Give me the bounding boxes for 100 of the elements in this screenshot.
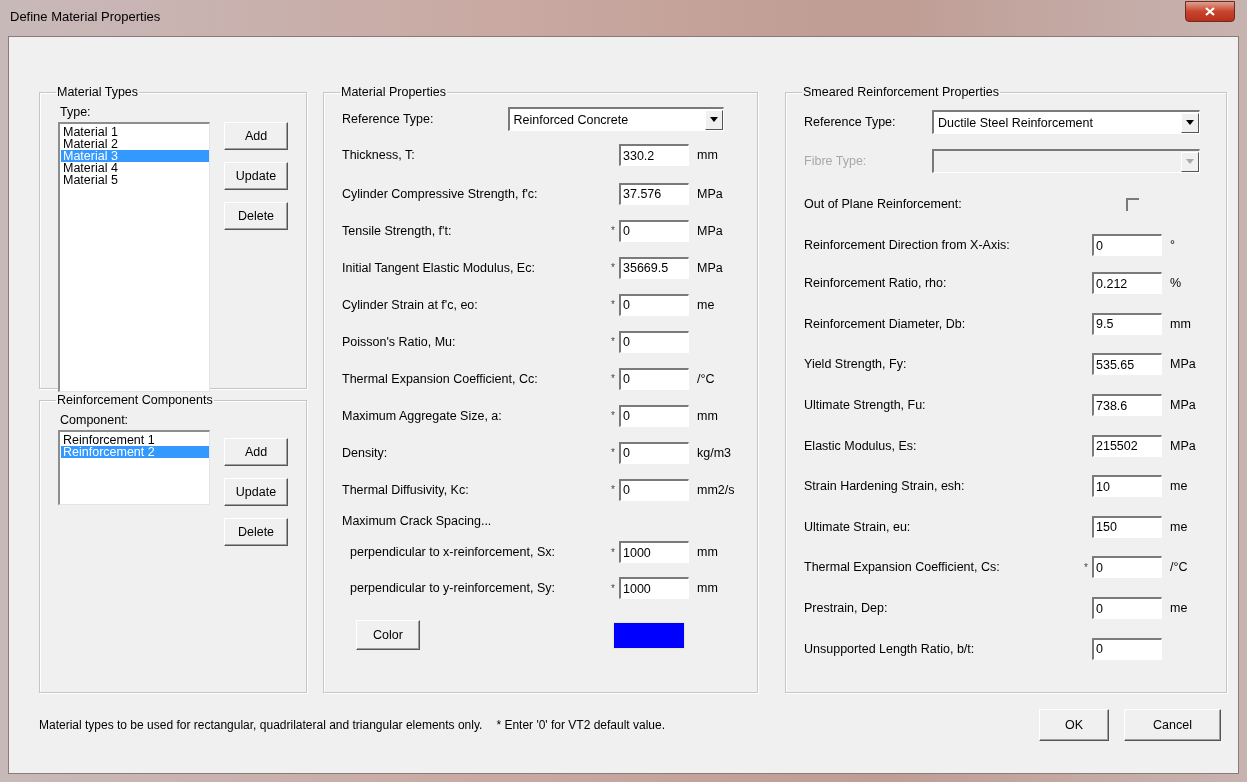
group-title: Smeared Reinforcement Properties (803, 85, 999, 99)
dropdown[interactable]: Ductile Steel Reinforcement (932, 110, 1200, 134)
footer-note: * Enter '0' for VT2 default value. (496, 718, 666, 732)
dropdown-arrow-icon (1186, 159, 1194, 164)
action-button[interactable]: Update (224, 162, 288, 190)
input-field[interactable]: 0 (619, 441, 689, 464)
input-field[interactable]: 0 (619, 404, 689, 427)
action-button[interactable]: Add (224, 122, 288, 150)
field-label: Strain Hardening Strain, esh: (804, 479, 966, 494)
list-label: Type: (60, 105, 92, 119)
checkbox[interactable] (1126, 197, 1139, 211)
field-label: Yield Strength, Fy: (804, 357, 908, 372)
unit-label: % (1169, 276, 1183, 291)
field-label: perpendicular to x-reinforcement, Sx: (349, 545, 556, 559)
input-field[interactable]: 9.5 (1092, 312, 1162, 335)
dropdown[interactable]: Reinforced Concrete (507, 107, 724, 131)
list-box[interactable]: Material 1 Material 2 Material 3 Material 4 Material 5 (58, 122, 210, 392)
input-field[interactable]: 0.212 (1092, 272, 1162, 295)
input-field[interactable]: 0 (1092, 556, 1162, 579)
unit-label: MPa (696, 223, 724, 238)
input-field[interactable]: 0 (1092, 234, 1162, 256)
list-label: Component: (60, 413, 130, 427)
default-note-mark: * (610, 373, 616, 384)
group-title: Material Types (57, 85, 139, 99)
input-field[interactable]: 330.2 (619, 144, 689, 166)
field-label: Cylinder Compressive Strength, f'c: (342, 186, 539, 201)
input-field[interactable]: 0 (1092, 637, 1162, 660)
window-title: Define Material Properties (9, 8, 161, 26)
list-box[interactable]: Reinforcement 1 Reinforcement 2 (58, 430, 210, 505)
unit-label: ° (1169, 238, 1176, 252)
unit-label: /°C (1169, 560, 1189, 575)
field-label: Reference Type: (804, 115, 897, 129)
dropdown-arrow-icon (709, 117, 718, 122)
field-label: Initial Tangent Elastic Modulus, Ec: (342, 260, 536, 275)
field-label: Tensile Strength, f't: (342, 223, 453, 238)
default-note-mark: * (1083, 561, 1089, 573)
default-note-mark: * (610, 484, 616, 495)
input-field[interactable]: 1000 (619, 577, 689, 599)
field-label: Unsupported Length Ratio, b/t: (804, 641, 976, 656)
unit-label: MPa (1169, 438, 1197, 453)
field-label: Ultimate Strength, Fu: (804, 398, 927, 413)
field-label: Maximum Aggregate Size, a: (342, 408, 503, 423)
list-item[interactable]: Material 5 (61, 174, 209, 186)
default-note-mark: * (610, 336, 616, 347)
input-field[interactable]: 1000 (619, 541, 689, 563)
input-field[interactable]: 0 (619, 219, 689, 242)
field-label: Ultimate Strain, eu: (804, 519, 912, 534)
input-field[interactable]: 535.65 (1092, 353, 1162, 376)
group-title: Material Properties (341, 85, 446, 99)
footer-note: Material types to be used for rectangular, quadrilateral and triangular elements only. (39, 718, 483, 732)
input-field[interactable]: 150 (1092, 515, 1162, 538)
field-label: Thickness, T: (342, 148, 416, 162)
field-label: Reinforcement Diameter, Db: (804, 316, 967, 331)
action-button[interactable]: Delete (224, 518, 288, 546)
list-item[interactable]: Material 1 (61, 126, 209, 138)
dropdown-value: Ductile Steel Reinforcement (938, 115, 1093, 130)
unit-label: mm2/s (696, 482, 736, 497)
dialog-button[interactable]: Cancel (1124, 709, 1221, 741)
input-field[interactable]: 0 (619, 293, 689, 316)
input-field[interactable]: 0 (619, 478, 689, 501)
close-button[interactable] (1185, 0, 1235, 22)
unit-label: MPa (696, 260, 724, 275)
input-field[interactable]: 215502 (1092, 434, 1162, 457)
field-label: Thermal Diffusivity, Kc: (342, 482, 470, 497)
unit-label: /°C (696, 371, 716, 386)
unit-label: mm (696, 408, 719, 423)
list-item[interactable]: Reinforcement 1 (61, 434, 209, 446)
close-icon (1205, 6, 1215, 16)
list-item[interactable]: Material 2 (61, 138, 209, 150)
input-field[interactable]: 738.6 (1092, 394, 1162, 417)
default-note-mark: * (610, 262, 616, 273)
field-label: perpendicular to y-reinforcement, Sy: (349, 581, 556, 595)
action-button[interactable]: Delete (224, 202, 288, 230)
input-field[interactable]: 37.576 (619, 182, 689, 205)
unit-label: MPa (1169, 398, 1197, 413)
field-label: Fibre Type: (804, 154, 868, 168)
field-label: Reference Type: (342, 112, 434, 126)
dropdown-arrow-icon (1186, 120, 1194, 125)
unit-label: kg/m3 (696, 445, 733, 460)
field-label: Out of Plane Reinforcement: (804, 197, 963, 211)
action-button[interactable]: Update (224, 478, 288, 506)
field-label: Thermal Expansion Coefficient, Cc: (342, 371, 539, 386)
default-note-mark: * (610, 546, 616, 558)
input-field[interactable]: 0 (619, 330, 689, 353)
default-note-mark: * (610, 582, 616, 594)
default-note-mark: * (610, 410, 616, 421)
input-field[interactable]: 0 (619, 367, 689, 390)
input-field[interactable]: 0 (1092, 597, 1162, 620)
unit-label: me (1169, 479, 1189, 494)
unit-label: MPa (696, 186, 724, 201)
dropdown-value: Reinforced Concrete (513, 112, 629, 127)
field-label: Poisson's Ratio, Mu: (342, 334, 457, 349)
dialog-button[interactable]: OK (1039, 709, 1109, 741)
action-button[interactable]: Add (224, 438, 288, 466)
list-item[interactable]: Material 4 (61, 162, 209, 174)
input-field[interactable]: 10 (1092, 475, 1162, 498)
default-note-mark: * (610, 225, 616, 236)
unit-label: mm (1169, 316, 1192, 331)
color-button[interactable]: Color (356, 620, 420, 650)
input-field[interactable]: 35669.5 (619, 256, 689, 279)
